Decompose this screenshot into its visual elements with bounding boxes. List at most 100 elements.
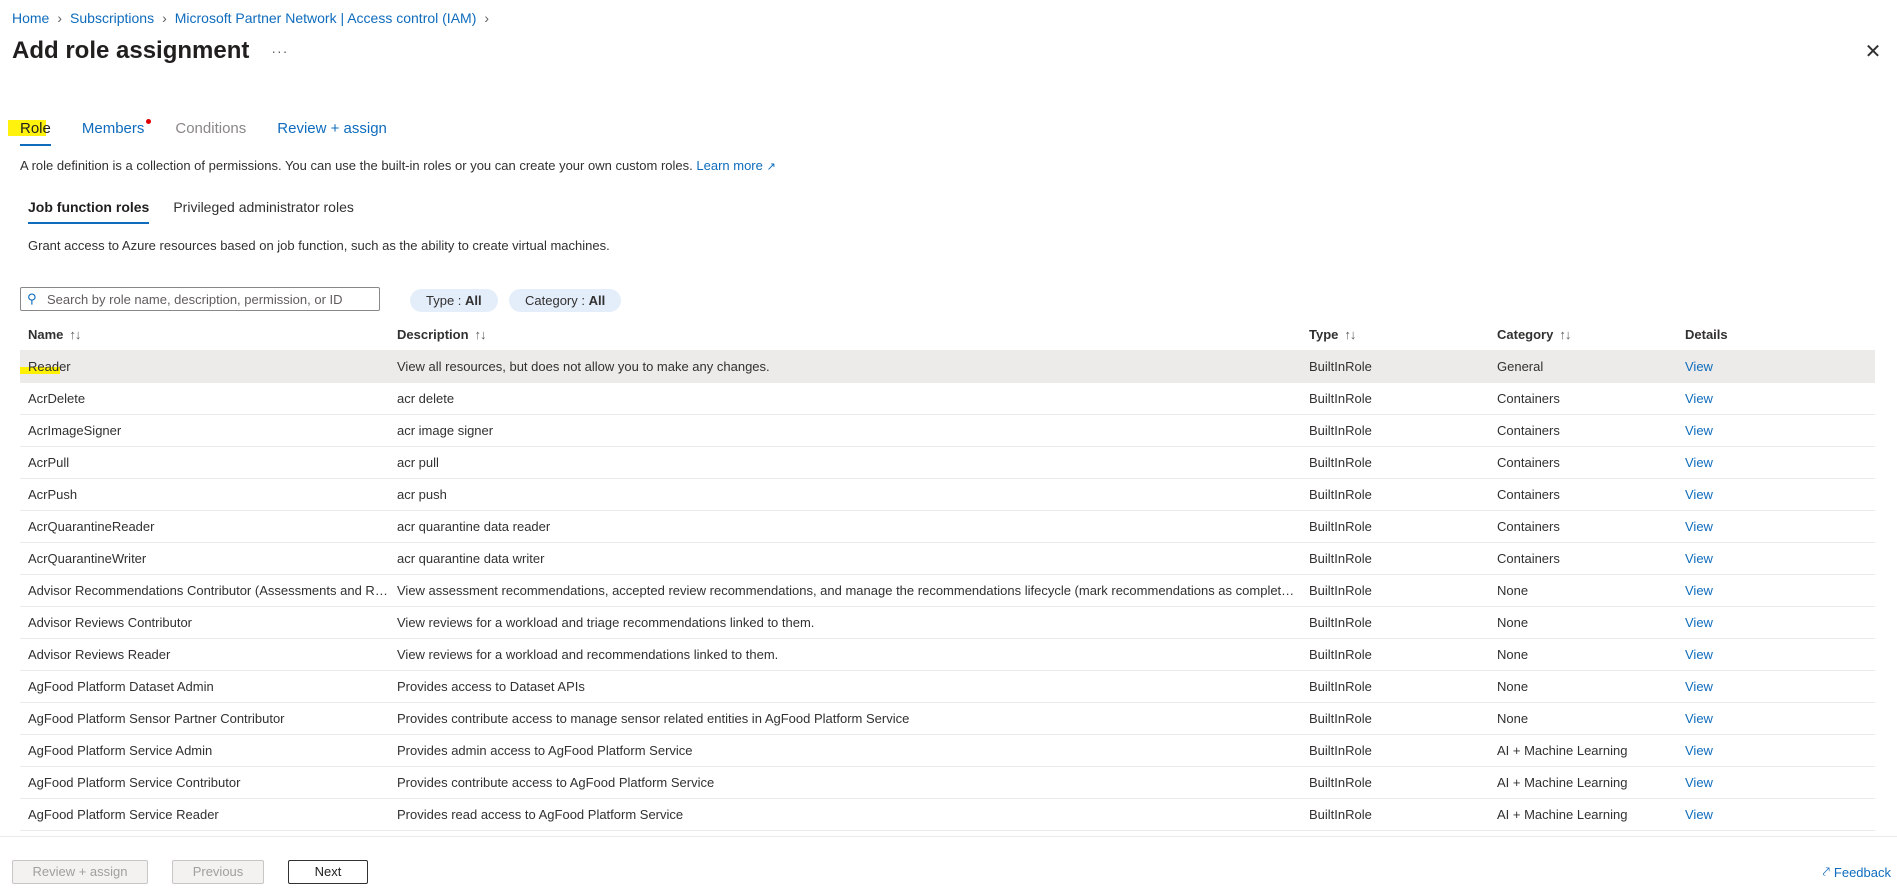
- view-details-link[interactable]: View: [1685, 551, 1713, 566]
- role-type: BuiltInRole: [1309, 519, 1372, 534]
- role-name: AcrQuarantineReader: [28, 519, 155, 534]
- view-details-link[interactable]: View: [1685, 519, 1713, 534]
- role-details: View: [1677, 775, 1797, 790]
- role-type-tabs: Job function roles Privileged administra…: [28, 196, 378, 224]
- type-filter-pill[interactable]: Type : All: [410, 289, 498, 312]
- view-details-link[interactable]: View: [1685, 391, 1713, 406]
- role-category: AI + Machine Learning: [1497, 743, 1628, 758]
- view-details-link[interactable]: View: [1685, 679, 1713, 694]
- title-row: Add role assignment ···: [12, 34, 288, 68]
- category-filter-label: Category :: [525, 293, 589, 308]
- tab-privileged-admin-roles[interactable]: Privileged administrator roles: [173, 196, 354, 224]
- role-details: View: [1677, 583, 1797, 598]
- role-type: BuiltInRole: [1309, 647, 1372, 662]
- view-details-link[interactable]: View: [1685, 743, 1713, 758]
- role-details: View: [1677, 647, 1797, 662]
- column-details-label: Details: [1685, 327, 1728, 342]
- tab-review-assign[interactable]: Review + assign: [277, 118, 387, 148]
- next-button[interactable]: Next: [288, 860, 368, 884]
- role-details: View: [1677, 455, 1797, 470]
- table-row[interactable]: AgFood Platform Service Reader Provides …: [20, 799, 1875, 831]
- role-details: View: [1677, 711, 1797, 726]
- table-row[interactable]: AcrDelete acr delete BuiltInRole Contain…: [20, 383, 1875, 415]
- table-row[interactable]: AcrPull acr pull BuiltInRole Containers …: [20, 447, 1875, 479]
- view-details-link[interactable]: View: [1685, 807, 1713, 822]
- table-header: Name ↑↓ Description ↑↓ Type ↑↓ Category ↑↓ D…: [20, 319, 1875, 351]
- feedback-link[interactable]: ⤤ Feedback: [1823, 864, 1891, 880]
- role-description: acr image signer: [397, 423, 494, 438]
- table-row[interactable]: AcrImageSigner acr image signer BuiltInR…: [20, 415, 1875, 447]
- view-details-link[interactable]: View: [1685, 583, 1713, 598]
- table-row[interactable]: Advisor Reviews Reader View reviews for …: [20, 639, 1875, 671]
- view-details-link[interactable]: View: [1685, 711, 1713, 726]
- view-details-link[interactable]: View: [1685, 487, 1713, 502]
- tab-conditions[interactable]: Conditions: [175, 118, 246, 148]
- table-row[interactable]: Advisor Recommendations Contributor (Ass…: [20, 575, 1875, 607]
- role-type: BuiltInRole: [1309, 615, 1372, 630]
- view-details-link[interactable]: View: [1685, 423, 1713, 438]
- role-details: View: [1677, 359, 1797, 374]
- role-name: AgFood Platform Service Admin: [28, 743, 213, 758]
- category-filter-pill[interactable]: Category : All: [509, 289, 622, 312]
- column-header-name[interactable]: Name ↑↓: [20, 327, 389, 342]
- view-details-link[interactable]: View: [1685, 647, 1713, 662]
- table-row[interactable]: AgFood Platform Sensor Partner Contribut…: [20, 703, 1875, 735]
- role-description: acr quarantine data reader: [397, 519, 551, 534]
- tab-role[interactable]: Role: [20, 118, 51, 148]
- review-assign-button[interactable]: Review + assign: [12, 860, 148, 884]
- column-header-type[interactable]: Type ↑↓: [1301, 327, 1489, 342]
- breadcrumb-iam[interactable]: Microsoft Partner Network | Access contr…: [175, 10, 477, 26]
- column-header-category[interactable]: Category ↑↓: [1489, 327, 1677, 342]
- column-type-label: Type: [1309, 327, 1339, 342]
- column-category-label: Category: [1497, 327, 1554, 342]
- table-row[interactable]: AgFood Platform Service Contributor Prov…: [20, 767, 1875, 799]
- table-row[interactable]: AcrQuarantineReader acr quarantine data …: [20, 511, 1875, 543]
- tab-conditions-label: Conditions: [175, 120, 247, 137]
- column-header-description[interactable]: Description ↑↓: [389, 327, 1301, 342]
- role-name: AgFood Platform Sensor Partner Contribut…: [28, 711, 285, 726]
- search-input[interactable]: [47, 291, 367, 307]
- search-box[interactable]: ⚲: [20, 287, 380, 311]
- view-details-link[interactable]: View: [1685, 775, 1713, 790]
- view-details-link[interactable]: View: [1685, 359, 1713, 374]
- more-options-icon[interactable]: ···: [271, 43, 288, 59]
- role-description: View reviews for a workload and recommen…: [397, 647, 779, 662]
- learn-more-link[interactable]: Learn more ↗: [696, 158, 775, 173]
- previous-button[interactable]: Previous: [172, 860, 264, 884]
- roles-table: Name ↑↓ Description ↑↓ Type ↑↓ Category ↑↓ D…: [20, 319, 1875, 831]
- subtab-description: Grant access to Azure resources based on…: [28, 238, 610, 253]
- table-row[interactable]: AcrPush acr push BuiltInRole Containers …: [20, 479, 1875, 511]
- table-row[interactable]: Reader View all resources, but does not …: [20, 351, 1875, 383]
- role-category: Containers: [1497, 551, 1560, 566]
- breadcrumb-home[interactable]: Home: [12, 10, 49, 26]
- tab-role-label: Role: [20, 120, 51, 137]
- role-category: Containers: [1497, 391, 1560, 406]
- feedback-icon: ⤤: [1822, 864, 1830, 879]
- table-row[interactable]: AcrQuarantineWriter acr quarantine data …: [20, 543, 1875, 575]
- tab-members[interactable]: Members: [82, 118, 152, 148]
- role-name: AcrImageSigner: [28, 423, 122, 438]
- view-details-link[interactable]: View: [1685, 455, 1713, 470]
- view-details-link[interactable]: View: [1685, 615, 1713, 630]
- role-name: Reader: [20, 359, 389, 374]
- close-icon[interactable]: ✕: [1861, 40, 1885, 64]
- tab-job-function-roles[interactable]: Job function roles: [28, 196, 150, 224]
- breadcrumb-subscriptions[interactable]: Subscriptions: [70, 10, 154, 26]
- role-intro-text: A role definition is a collection of per…: [20, 158, 693, 173]
- table-row[interactable]: Advisor Reviews Contributor View reviews…: [20, 607, 1875, 639]
- role-description: View reviews for a workload and triage r…: [397, 615, 815, 630]
- role-type: BuiltInRole: [1309, 775, 1372, 790]
- column-name-label: Name: [28, 327, 64, 342]
- role-name: AgFood Platform Service Contributor: [28, 775, 241, 790]
- feedback-label: Feedback: [1833, 864, 1891, 880]
- table-row[interactable]: AgFood Platform Service Admin Provides a…: [20, 735, 1875, 767]
- role-details: View: [1677, 807, 1797, 822]
- table-row[interactable]: AgFood Platform Dataset Admin Provides a…: [20, 671, 1875, 703]
- category-filter-value: All: [588, 293, 606, 308]
- role-description: acr quarantine data writer: [397, 551, 545, 566]
- role-description: Provides contribute access to manage sen…: [397, 711, 910, 726]
- role-name: AcrPull: [28, 455, 70, 470]
- role-details: View: [1677, 519, 1797, 534]
- role-type: BuiltInRole: [1309, 743, 1372, 758]
- role-category: AI + Machine Learning: [1497, 775, 1628, 790]
